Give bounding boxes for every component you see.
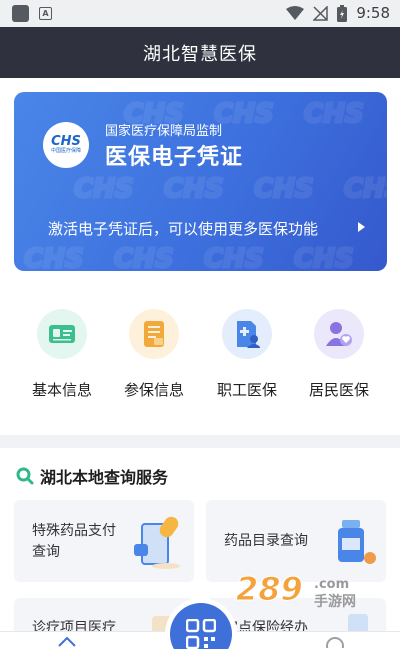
tile-label-line2: 查询 bbox=[32, 544, 60, 560]
pill-phone-icon bbox=[134, 516, 180, 569]
chs-logo: CHS 中国医疗保障 bbox=[43, 122, 89, 168]
qr-code-icon bbox=[186, 619, 216, 649]
insurance-doc-icon bbox=[129, 309, 179, 359]
search-icon bbox=[16, 467, 34, 485]
play-arrow-icon[interactable] bbox=[358, 222, 365, 232]
status-bar: A 9:58 bbox=[0, 0, 400, 27]
svg-text:手游网: 手游网 bbox=[314, 593, 356, 610]
battery-icon bbox=[337, 4, 348, 22]
svg-text:CHS: CHS bbox=[204, 244, 264, 271]
svg-text:CHS: CHS bbox=[164, 174, 224, 204]
insurance-info-label: 参保信息 bbox=[123, 381, 184, 399]
app-header: 湖北智慧医保 bbox=[0, 27, 400, 78]
page-title: 湖北智慧医保 bbox=[143, 43, 257, 65]
svg-text:CHS: CHS bbox=[344, 174, 387, 204]
profile-icon[interactable] bbox=[326, 636, 344, 648]
svg-text:CHS: CHS bbox=[114, 244, 174, 271]
svg-text:CHS: CHS bbox=[304, 99, 364, 129]
special-drug-payment-tile[interactable]: 特殊药品支付 查询 bbox=[14, 500, 194, 582]
a-notification-icon: A bbox=[39, 7, 52, 20]
tile-label: 药品目录查询 bbox=[224, 533, 308, 549]
svg-text:CHS: CHS bbox=[254, 174, 314, 204]
signal-off-icon bbox=[313, 5, 329, 21]
resident-medical-button[interactable]: 居民医保 bbox=[294, 309, 384, 400]
basic-info-button[interactable]: 基本信息 bbox=[17, 309, 107, 400]
svg-text:CHS: CHS bbox=[294, 244, 354, 271]
home-icon[interactable] bbox=[58, 636, 76, 648]
svg-text:CHS: CHS bbox=[74, 174, 134, 204]
employee-medical-icon bbox=[222, 309, 272, 359]
quick-actions: 基本信息 参保信息 职工医保 居民医保 bbox=[0, 283, 400, 435]
svg-text:289: 289 bbox=[236, 570, 303, 608]
section-header: 湖北本地查询服务 bbox=[16, 464, 168, 488]
supervisor-text: 国家医疗保障局监制 bbox=[105, 124, 223, 139]
certificate-title: 医保电子凭证 bbox=[105, 145, 244, 170]
activate-hint[interactable]: 激活电子凭证后，可以使用更多医保功能 bbox=[48, 218, 318, 239]
insurance-info-button[interactable]: 参保信息 bbox=[109, 309, 199, 400]
resident-medical-label: 居民医保 bbox=[308, 381, 369, 399]
wifi-icon bbox=[286, 6, 305, 20]
app-notification-icon bbox=[12, 5, 29, 22]
clock-time: 9:58 bbox=[356, 4, 390, 22]
svg-text:.com: .com bbox=[314, 577, 349, 592]
banner-section: CHSCHSCHS CHSCHSCHSCHS CHSCHSCHSCHS CHS … bbox=[0, 78, 400, 283]
employee-medical-button[interactable]: 职工医保 bbox=[202, 309, 292, 400]
svg-text:CHS: CHS bbox=[214, 99, 274, 129]
basic-info-label: 基本信息 bbox=[31, 381, 92, 399]
medicine-bottle-icon bbox=[338, 520, 376, 564]
chs-pattern-icon: CHSCHSCHS CHSCHSCHSCHS CHSCHSCHSCHS bbox=[23, 98, 388, 272]
section-divider bbox=[0, 435, 400, 448]
employee-medical-label: 职工医保 bbox=[216, 381, 277, 399]
tile-label: 特殊药品支付 bbox=[32, 523, 116, 539]
svg-text:CHS: CHS bbox=[24, 244, 84, 271]
section-title: 湖北本地查询服务 bbox=[40, 468, 169, 487]
id-card-icon bbox=[37, 309, 87, 359]
medical-insurance-certificate-card[interactable]: CHSCHSCHS CHSCHSCHSCHS CHSCHSCHSCHS CHS … bbox=[14, 92, 387, 271]
site-watermark-logo: 289 .com 手游网 bbox=[236, 570, 356, 610]
resident-medical-icon bbox=[314, 309, 364, 359]
